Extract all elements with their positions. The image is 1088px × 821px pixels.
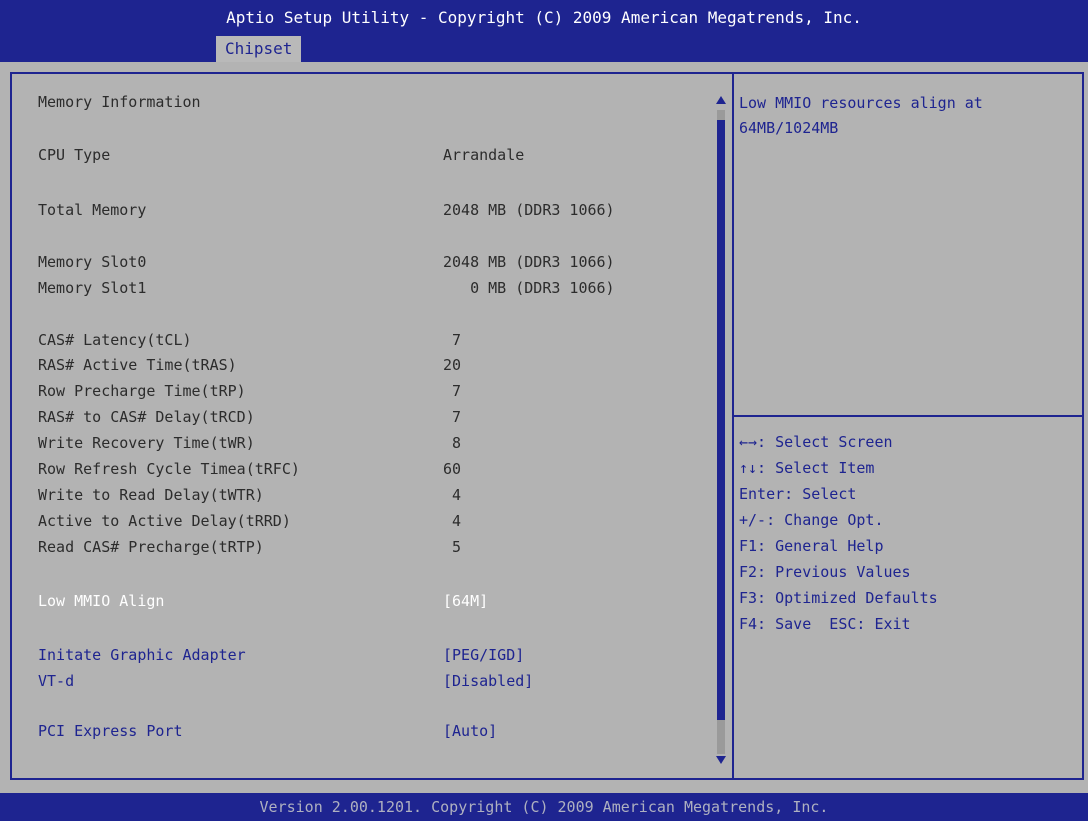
help-key-previous-values: F2: Previous Values: [739, 563, 911, 581]
info-label-cas-latency: CAS# Latency(tCL): [38, 331, 192, 349]
info-value-memory-slot1: 0 MB (DDR3 1066): [443, 279, 615, 297]
info-value-read-cas-precharge: 5: [443, 538, 462, 556]
option-label-low-mmio-align[interactable]: Low MMIO Align: [38, 592, 164, 610]
help-key-general-help: F1: General Help: [739, 537, 884, 555]
help-description-line1: Low MMIO resources align at: [739, 94, 983, 112]
title-bar: Aptio Setup Utility - Copyright (C) 2009…: [0, 0, 1088, 62]
panel-divider: [732, 72, 734, 780]
info-label-active-to-active-delay: Active to Active Delay(tRRD): [38, 512, 291, 530]
info-label-total-memory: Total Memory: [38, 201, 147, 219]
help-divider: [734, 415, 1084, 417]
scroll-down-arrow-icon[interactable]: [716, 756, 726, 764]
info-value-cas-latency: 7: [443, 331, 462, 349]
info-label-write-recovery-time: Write Recovery Time(tWR): [38, 434, 255, 452]
info-value-ras-active-time: 20: [443, 356, 462, 374]
info-label-ras-to-cas-delay: RAS# to CAS# Delay(tRCD): [38, 408, 255, 426]
info-label-memory-slot0: Memory Slot0: [38, 253, 147, 271]
scrollbar-thumb[interactable]: [717, 120, 725, 720]
info-value-row-precharge-time: 7: [443, 382, 462, 400]
option-value-vt-d[interactable]: [Disabled]: [443, 672, 533, 690]
window-title: Aptio Setup Utility - Copyright (C) 2009…: [226, 8, 862, 27]
option-label-pci-express-port[interactable]: PCI Express Port: [38, 722, 183, 740]
option-value-initiate-graphic-adapter[interactable]: [PEG/IGD]: [443, 646, 524, 664]
help-key-enter-select: Enter: Select: [739, 485, 857, 503]
info-value-total-memory: 2048 MB (DDR3 1066): [443, 201, 615, 219]
info-label-row-refresh-cycle: Row Refresh Cycle Timea(tRFC): [38, 460, 300, 478]
info-label-read-cas-precharge: Read CAS# Precharge(tRTP): [38, 538, 264, 556]
info-value-write-to-read-delay: 4: [443, 486, 462, 504]
help-key-save-exit: F4: Save ESC: Exit: [739, 615, 911, 633]
version-text: Version 2.00.1201. Copyright (C) 2009 Am…: [259, 798, 829, 816]
section-title: Memory Information: [38, 93, 201, 111]
option-value-pci-express-port[interactable]: [Auto]: [443, 722, 497, 740]
footer-bar: Version 2.00.1201. Copyright (C) 2009 Am…: [0, 793, 1088, 821]
info-label-write-to-read-delay: Write to Read Delay(tWTR): [38, 486, 264, 504]
info-value-row-refresh-cycle: 60: [443, 460, 462, 478]
help-key-change-opt: +/-: Change Opt.: [739, 511, 884, 529]
info-label-cpu-type: CPU Type: [38, 146, 111, 164]
scroll-up-arrow-icon[interactable]: [716, 96, 726, 104]
info-value-memory-slot0: 2048 MB (DDR3 1066): [443, 253, 615, 271]
info-label-memory-slot1: Memory Slot1: [38, 279, 147, 297]
help-key-optimized-defaults: F3: Optimized Defaults: [739, 589, 938, 607]
info-value-cpu-type: Arrandale: [443, 146, 525, 164]
main-frame: [10, 72, 1084, 780]
option-label-vt-d[interactable]: VT-d: [38, 672, 74, 690]
help-key-select-item: ↑↓: Select Item: [739, 459, 875, 477]
help-description-line2: 64MB/1024MB: [739, 119, 839, 137]
info-value-write-recovery-time: 8: [443, 434, 462, 452]
option-label-initiate-graphic-adapter[interactable]: Initate Graphic Adapter: [38, 646, 246, 664]
info-label-row-precharge-time: Row Precharge Time(tRP): [38, 382, 246, 400]
info-value-ras-to-cas-delay: 7: [443, 408, 462, 426]
option-value-low-mmio-align[interactable]: [64M]: [443, 592, 488, 610]
info-label-ras-active-time: RAS# Active Time(tRAS): [38, 356, 237, 374]
help-key-select-screen: ←→: Select Screen: [739, 433, 893, 451]
tab-chipset[interactable]: Chipset: [216, 36, 302, 62]
info-value-active-to-active-delay: 4: [443, 512, 462, 530]
